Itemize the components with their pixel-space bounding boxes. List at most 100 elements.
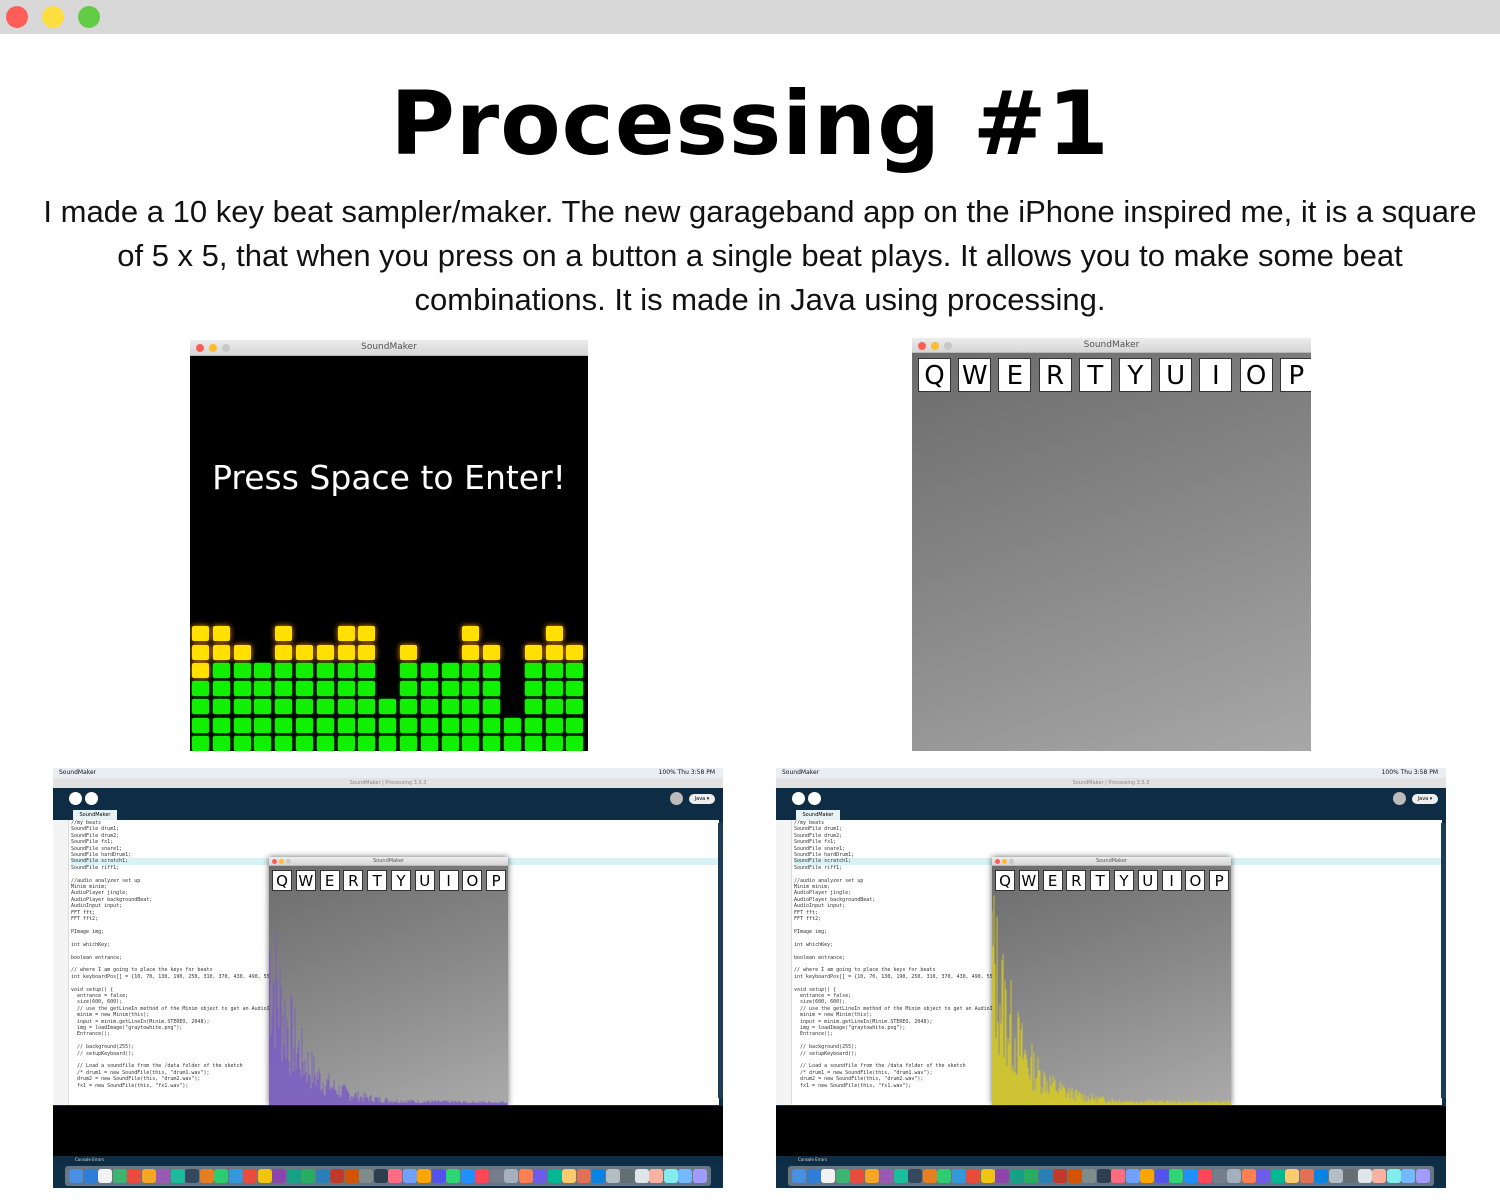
dock-app-icon[interactable] <box>185 1169 199 1183</box>
dock-app-icon[interactable] <box>402 1169 417 1183</box>
key-t[interactable]: T <box>1078 358 1112 392</box>
key-e[interactable]: E <box>998 358 1032 392</box>
errors-tab[interactable]: Errors <box>814 1157 827 1162</box>
dock-app-icon[interactable] <box>518 1169 533 1183</box>
dock-app-icon[interactable] <box>951 1169 966 1183</box>
dock-app-icon[interactable] <box>475 1169 489 1183</box>
dock-app-icon[interactable] <box>562 1169 576 1183</box>
dock-app-icon[interactable] <box>1285 1169 1299 1183</box>
dock-app-icon[interactable] <box>373 1169 388 1183</box>
dock-app-icon[interactable] <box>301 1169 315 1183</box>
dock-app-icon[interactable] <box>620 1169 634 1183</box>
dock-app-icon[interactable] <box>69 1169 83 1183</box>
tab-soundmaker[interactable]: SoundMaker <box>796 810 840 820</box>
dock-app-icon[interactable] <box>980 1169 995 1183</box>
dock-app-icon[interactable] <box>663 1169 678 1183</box>
key-r[interactable]: R <box>1038 358 1072 392</box>
dock-app-icon[interactable] <box>576 1169 591 1183</box>
dock-app-icon[interactable] <box>1241 1169 1256 1183</box>
dock-app-icon[interactable] <box>649 1169 663 1183</box>
dock-app-icon[interactable] <box>214 1169 228 1183</box>
editor-scrollbar[interactable] <box>1441 823 1446 1098</box>
dock-app-icon[interactable] <box>1169 1169 1183 1183</box>
console-tab[interactable]: Console <box>798 1157 814 1162</box>
dock-app-icon[interactable] <box>1415 1169 1430 1183</box>
dock-app-icon[interactable] <box>835 1169 850 1183</box>
menubar-app-name[interactable]: SoundMaker <box>782 769 819 776</box>
dock-app-icon[interactable] <box>1038 1169 1053 1183</box>
dock-app-icon[interactable] <box>792 1169 806 1183</box>
dock-app-icon[interactable] <box>547 1169 562 1183</box>
dock-app-icon[interactable] <box>417 1169 431 1183</box>
dock-app-icon[interactable] <box>864 1169 879 1183</box>
mode-selector[interactable]: Java ▾ <box>1412 794 1438 804</box>
console-tab[interactable]: Console <box>75 1157 91 1162</box>
dock-app-icon[interactable] <box>156 1169 170 1183</box>
dock-app-icon[interactable] <box>286 1169 301 1183</box>
tab-soundmaker[interactable]: SoundMaker <box>73 810 117 820</box>
dock-app-icon[interactable] <box>98 1169 112 1183</box>
dock-app-icon[interactable] <box>591 1169 605 1183</box>
dock-app-icon[interactable] <box>850 1169 864 1183</box>
dock-app-icon[interactable] <box>605 1169 620 1183</box>
dock-app-icon[interactable] <box>1343 1169 1357 1183</box>
run-button[interactable] <box>69 792 82 805</box>
dock-app-icon[interactable] <box>228 1169 243 1183</box>
dock-app-icon[interactable] <box>1067 1169 1082 1183</box>
key-u[interactable]: U <box>1159 358 1193 392</box>
dock-app-icon[interactable] <box>1096 1169 1111 1183</box>
debug-button[interactable] <box>1393 792 1406 805</box>
mode-selector[interactable]: Java ▾ <box>689 794 715 804</box>
run-button[interactable] <box>792 792 805 805</box>
dock-app-icon[interactable] <box>1212 1169 1227 1183</box>
dock-app-icon[interactable] <box>1198 1169 1212 1183</box>
dock-app-icon[interactable] <box>243 1169 257 1183</box>
dock-app-icon[interactable] <box>272 1169 286 1183</box>
debug-button[interactable] <box>670 792 683 805</box>
dock-app-icon[interactable] <box>1227 1169 1241 1183</box>
dock-app-icon[interactable] <box>388 1169 402 1183</box>
key-o[interactable]: O <box>1239 358 1273 392</box>
dock-app-icon[interactable] <box>1082 1169 1096 1183</box>
dock-app-icon[interactable] <box>83 1169 98 1183</box>
dock-app-icon[interactable] <box>922 1169 937 1183</box>
dock-app-icon[interactable] <box>821 1169 835 1183</box>
stop-button[interactable] <box>85 792 98 805</box>
dock-app-icon[interactable] <box>634 1169 649 1183</box>
dock-app-icon[interactable] <box>1386 1169 1401 1183</box>
key-w[interactable]: W <box>958 358 992 392</box>
dock-app-icon[interactable] <box>460 1169 475 1183</box>
dock-app-icon[interactable] <box>1125 1169 1140 1183</box>
dock-app-icon[interactable] <box>879 1169 893 1183</box>
dock-app-icon[interactable] <box>1140 1169 1154 1183</box>
zoom-window-button[interactable] <box>78 6 100 28</box>
menubar-app-name[interactable]: SoundMaker <box>59 769 96 776</box>
dock-app-icon[interactable] <box>1111 1169 1125 1183</box>
dock-app-icon[interactable] <box>908 1169 922 1183</box>
dock-app-icon[interactable] <box>257 1169 272 1183</box>
dock-app-icon[interactable] <box>1053 1169 1067 1183</box>
dock-app-icon[interactable] <box>1372 1169 1386 1183</box>
stop-button[interactable] <box>808 792 821 805</box>
dock-app-icon[interactable] <box>504 1169 518 1183</box>
dock-app-icon[interactable] <box>1314 1169 1328 1183</box>
dock-app-icon[interactable] <box>1299 1169 1314 1183</box>
dock-app-icon[interactable] <box>1270 1169 1285 1183</box>
dock-app-icon[interactable] <box>1009 1169 1024 1183</box>
dock-app-icon[interactable] <box>359 1169 373 1183</box>
dock-app-icon[interactable] <box>170 1169 185 1183</box>
dock-app-icon[interactable] <box>1401 1169 1415 1183</box>
dock-app-icon[interactable] <box>1183 1169 1198 1183</box>
dock-app-icon[interactable] <box>199 1169 214 1183</box>
key-q[interactable]: Q <box>918 358 951 392</box>
dock-app-icon[interactable] <box>141 1169 156 1183</box>
dock-app-icon[interactable] <box>1256 1169 1270 1183</box>
dock-app-icon[interactable] <box>330 1169 344 1183</box>
dock-app-icon[interactable] <box>1154 1169 1169 1183</box>
key-p[interactable]: P <box>1279 358 1311 392</box>
dock-app-icon[interactable] <box>344 1169 359 1183</box>
dock-app-icon[interactable] <box>937 1169 951 1183</box>
dock-app-icon[interactable] <box>315 1169 330 1183</box>
dock-app-icon[interactable] <box>1357 1169 1372 1183</box>
dock-app-icon[interactable] <box>893 1169 908 1183</box>
